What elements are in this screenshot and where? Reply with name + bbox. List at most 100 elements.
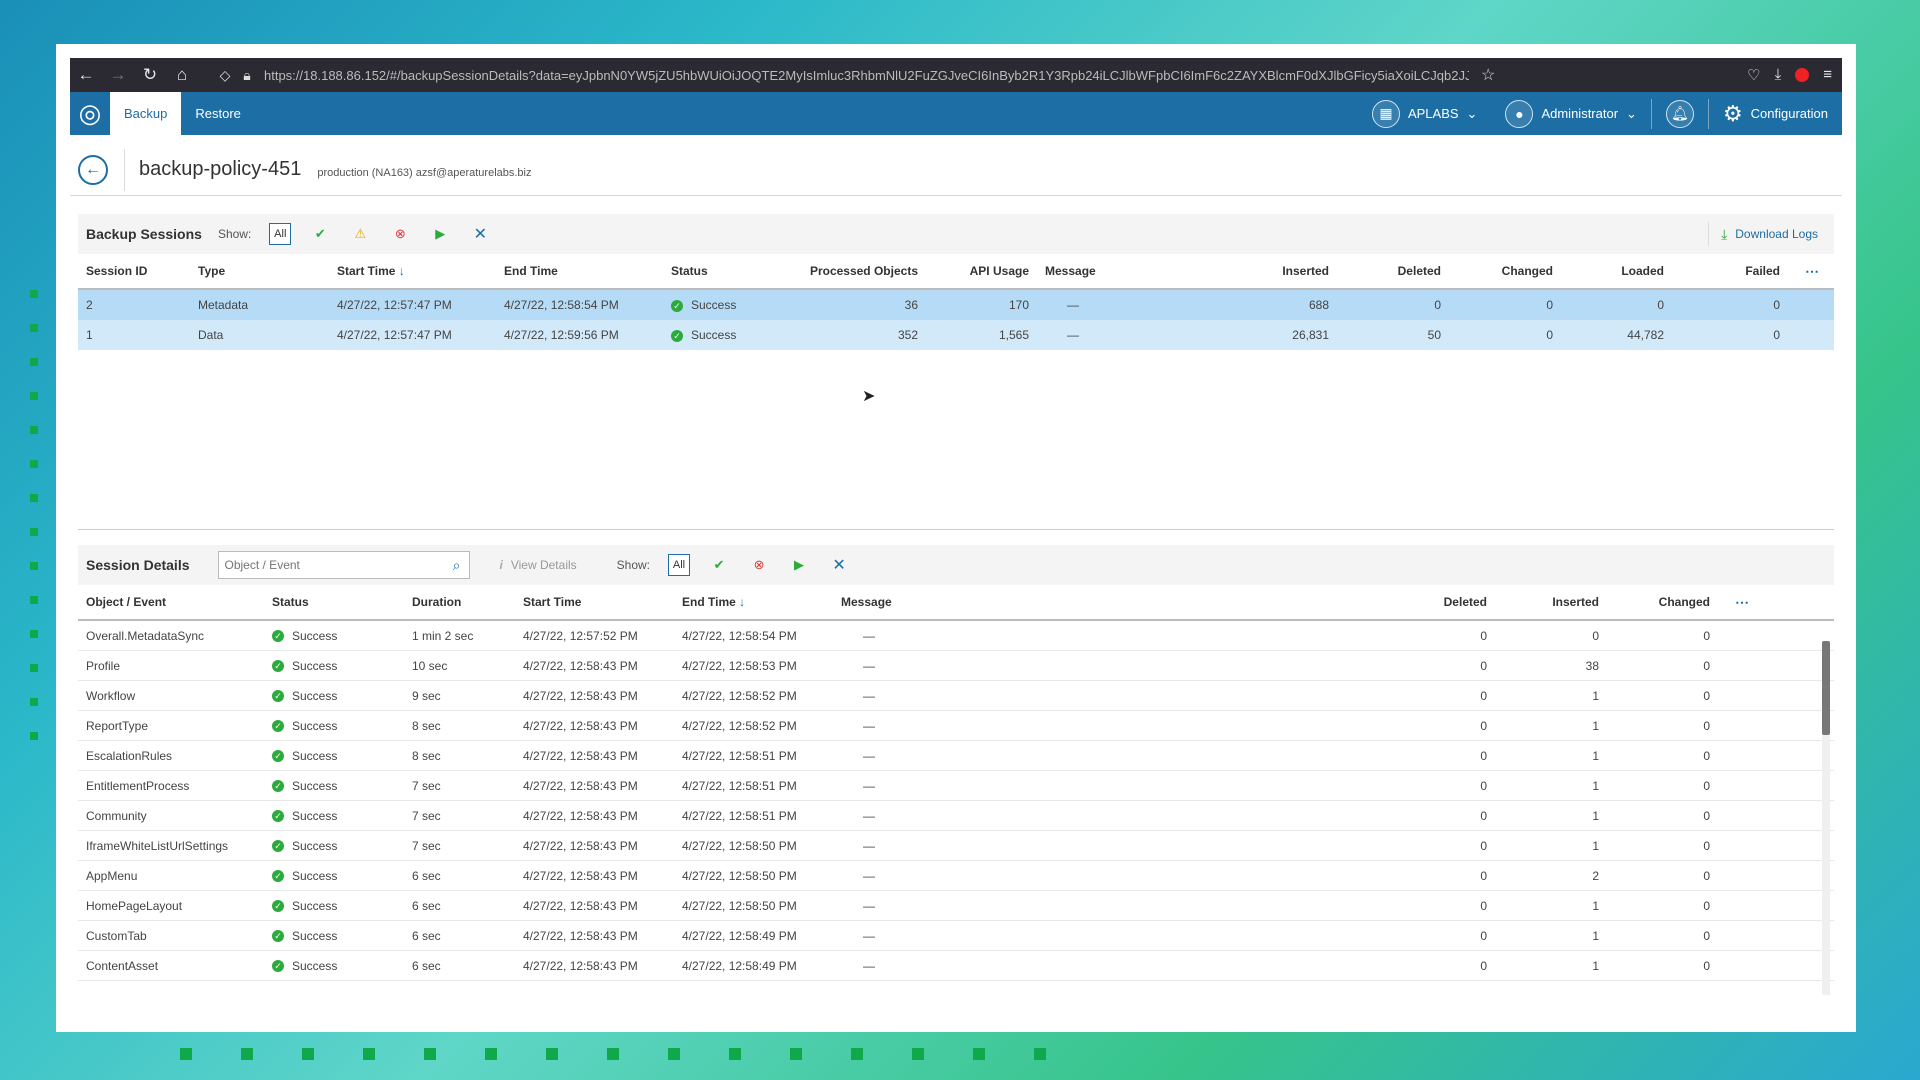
col-deleted[interactable]: Deleted <box>1383 595 1495 609</box>
filter-running-icon[interactable]: ▶ <box>788 554 810 576</box>
filter-warning-icon[interactable]: ⚠ <box>349 223 371 245</box>
col-loaded[interactable]: Loaded <box>1561 264 1672 278</box>
col-changed[interactable]: Changed <box>1607 595 1718 609</box>
cell-status: ✓ Success <box>264 869 404 883</box>
search-input[interactable] <box>218 558 445 572</box>
column-menu-icon[interactable]: ⋯ <box>1788 263 1828 280</box>
col-processed-objects[interactable]: Processed Objects <box>803 264 926 278</box>
org-selector[interactable]: ▦ APLABS ⌄ <box>1358 99 1492 128</box>
col-type[interactable]: Type <box>190 264 329 278</box>
cell-deleted: 0 <box>1480 898 1487 913</box>
back-icon[interactable]: ← <box>70 65 102 85</box>
record-icon[interactable] <box>1795 68 1810 82</box>
bookmark-star-icon[interactable]: ☆ <box>1481 65 1495 85</box>
title-divider <box>124 148 125 191</box>
tab-restore[interactable]: Restore <box>181 92 255 135</box>
scrollbar-thumb[interactable] <box>1822 641 1830 735</box>
configuration-button[interactable]: ⚙ Configuration <box>1709 101 1842 127</box>
table-row[interactable]: EntitlementProcess ✓ Success 7 sec 4/27/22, … <box>78 771 1834 801</box>
cell-changed: 0 <box>1703 688 1710 703</box>
home-icon[interactable]: ⌂ <box>166 65 198 85</box>
cell-start-time: 4/27/22, 12:57:52 PM <box>523 628 638 643</box>
col-end-time[interactable]: End Time <box>496 264 663 278</box>
cell-end-time: 4/27/22, 12:58:51 PM <box>682 748 797 763</box>
lock-icon[interactable]: 🔒︎ <box>236 67 258 84</box>
status-text: Success <box>292 748 338 763</box>
download-icon[interactable]: ⤓ <box>1775 66 1782 84</box>
table-row[interactable]: EscalationRules ✓ Success 8 sec 4/27/22, 12:… <box>78 741 1834 771</box>
cell-object: ContentAsset <box>86 958 159 973</box>
cell-end-time: 4/27/22, 12:58:50 PM <box>682 868 797 883</box>
table-row[interactable]: 1 Data 4/27/22, 12:57:47 PM 4/27/22, 12:… <box>78 320 1834 350</box>
tab-backup[interactable]: Backup <box>110 92 182 135</box>
cell-inserted: 1 <box>1592 688 1599 703</box>
col-duration[interactable]: Duration <box>404 595 515 609</box>
mouse-cursor-icon: ➤ <box>862 388 876 405</box>
col-api-usage[interactable]: API Usage <box>926 264 1037 278</box>
address-bar[interactable]: ◇ 🔒︎ https://18.188.86.152/#/backupSessi… <box>214 65 1747 85</box>
cell-duration: 8 sec <box>412 748 441 763</box>
cell-inserted: 26,831 <box>1292 328 1329 342</box>
url-text[interactable]: https://18.188.86.152/#/backupSessionDet… <box>264 68 1469 83</box>
notifications-button[interactable]: 🔔︎ <box>1652 99 1708 128</box>
backup-sessions-table: Session ID Type Start Time ↓ End Time St… <box>78 254 1834 350</box>
filter-error-icon[interactable]: ⊗ <box>748 554 770 576</box>
pocket-icon[interactable]: ♡ <box>1747 66 1760 84</box>
user-menu[interactable]: ● Administrator ⌄ <box>1491 99 1650 128</box>
filter-all-button[interactable]: All <box>668 554 691 576</box>
col-deleted[interactable]: Deleted <box>1337 264 1449 278</box>
col-start-time[interactable]: Start Time <box>515 595 674 609</box>
cell-message: — <box>863 778 875 793</box>
status-text: Success <box>292 898 338 913</box>
filter-error-icon[interactable]: ⊗ <box>389 223 411 245</box>
table-row[interactable]: 2 Metadata 4/27/22, 12:57:47 PM 4/27/22,… <box>78 290 1834 320</box>
filter-all-button[interactable]: All <box>269 223 292 245</box>
menu-icon[interactable]: ≡ <box>1823 66 1832 84</box>
filter-success-icon[interactable]: ✔ <box>309 223 331 245</box>
reload-icon[interactable]: ↻ <box>134 65 166 85</box>
cell-start-time: 4/27/22, 12:58:43 PM <box>523 808 638 823</box>
table-row[interactable]: CustomTab ✓ Success 6 sec 4/27/22, 12:58:43 … <box>78 921 1834 951</box>
cell-deleted: 0 <box>1480 808 1487 823</box>
col-changed[interactable]: Changed <box>1449 264 1561 278</box>
filter-success-icon[interactable]: ✔ <box>708 554 730 576</box>
col-status[interactable]: Status <box>663 264 803 278</box>
column-menu-icon[interactable]: ⋯ <box>1718 594 1758 611</box>
forward-icon[interactable]: → <box>102 65 134 85</box>
col-start-time[interactable]: Start Time ↓ <box>329 264 496 278</box>
scrollbar[interactable] <box>1822 641 1830 995</box>
filter-running-icon[interactable]: ▶ <box>429 223 451 245</box>
table-row[interactable]: Overall.MetadataSync ✓ Success 1 min 2 sec 4… <box>78 621 1834 651</box>
cell-end-time: 4/27/22, 12:58:52 PM <box>682 718 797 733</box>
col-end-time[interactable]: End Time ↓ <box>674 595 833 609</box>
col-failed[interactable]: Failed <box>1672 264 1788 278</box>
table-row[interactable]: Profile ✓ Success 10 sec 4/27/22, 12:58:43 P… <box>78 651 1834 681</box>
table-row[interactable]: Community ✓ Success 7 sec 4/27/22, 12:58:43 … <box>78 801 1834 831</box>
col-inserted[interactable]: Inserted <box>1495 595 1607 609</box>
filter-clear-icon[interactable]: ✕ <box>469 223 491 245</box>
table-row[interactable]: ContentAsset ✓ Success 6 sec 4/27/22, 12:58:… <box>78 951 1834 981</box>
table-row[interactable]: ReportType ✓ Success 8 sec 4/27/22, 12:58:43… <box>78 711 1834 741</box>
col-status[interactable]: Status <box>264 595 404 609</box>
cell-message: — <box>863 718 875 733</box>
object-search[interactable]: ⌕ <box>217 551 470 579</box>
search-icon[interactable]: ⌕ <box>445 557 469 574</box>
status-text: Success <box>292 838 338 853</box>
app-logo-icon[interactable]: ◎ <box>70 92 110 135</box>
view-details-button[interactable]: i View Details <box>500 558 577 572</box>
cell-inserted: 1 <box>1592 958 1599 973</box>
download-logs-button[interactable]: ⤓ Download Logs <box>1708 222 1818 246</box>
filter-clear-icon[interactable]: ✕ <box>828 554 850 576</box>
shield-icon[interactable]: ◇ <box>214 67 236 84</box>
col-inserted[interactable]: Inserted <box>1232 264 1337 278</box>
table-row[interactable]: AppMenu ✓ Success 6 sec 4/27/22, 12:58:43 PM… <box>78 861 1834 891</box>
table-row[interactable]: HomePageLayout ✓ Success 6 sec 4/27/22, 12:5… <box>78 891 1834 921</box>
col-message[interactable]: Message <box>833 595 1383 609</box>
cell-deleted: 0 <box>1480 958 1487 973</box>
col-session-id[interactable]: Session ID <box>78 264 190 278</box>
table-row[interactable]: Workflow ✓ Success 9 sec 4/27/22, 12:58:43 P… <box>78 681 1834 711</box>
col-message[interactable]: Message <box>1037 264 1232 278</box>
col-object-event[interactable]: Object / Event <box>78 595 264 609</box>
back-button[interactable]: ← <box>78 154 108 185</box>
table-row[interactable]: IframeWhiteListUrlSettings ✓ Success 7 sec 4… <box>78 831 1834 861</box>
